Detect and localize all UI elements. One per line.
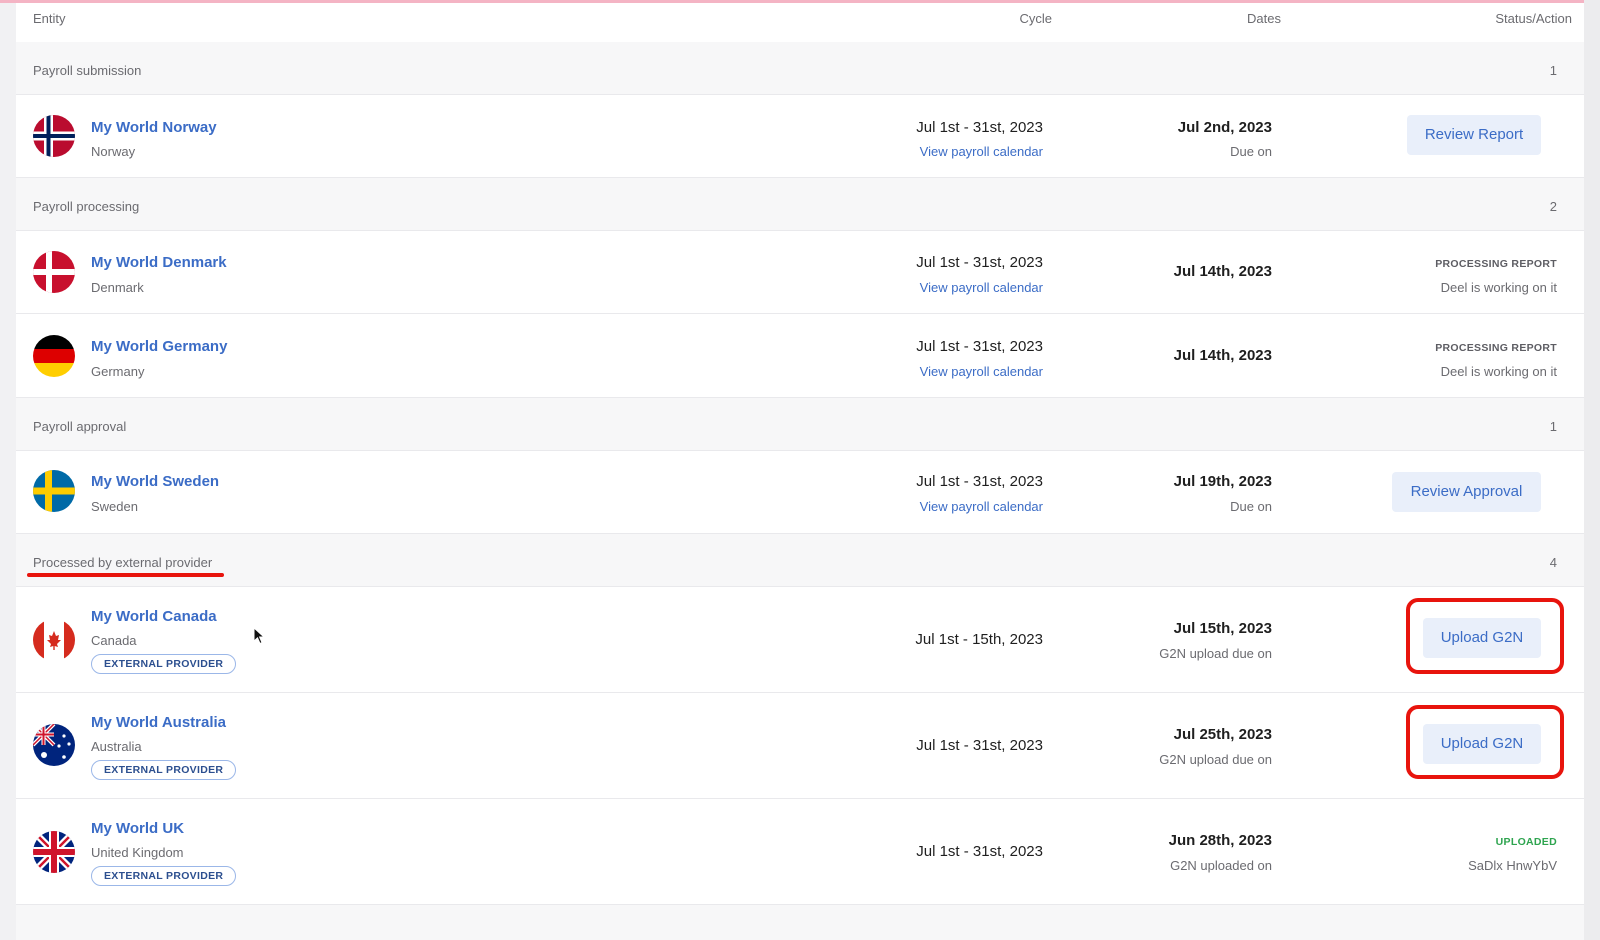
highlight-box-canada-upload (1406, 598, 1564, 674)
due-date: Jul 25th, 2023 (1173, 726, 1272, 743)
highlight-box-australia-upload (1406, 705, 1564, 779)
review-approval-button[interactable]: Review Approval (1392, 472, 1541, 512)
table-row-denmark[interactable]: My World Denmark Denmark Jul 1st - 31st,… (16, 231, 1584, 314)
group-count: 4 (1549, 555, 1557, 570)
date-caption: G2N upload due on (1159, 646, 1272, 661)
status-label-uploaded: UPLOADED (1495, 836, 1557, 848)
group-header-payroll-approval: Payroll approval 1 (16, 398, 1584, 451)
group-header-external-provider: Processed by external provider 4 (16, 534, 1584, 587)
highlight-underline (27, 573, 224, 577)
table-row-australia[interactable]: My World Australia Australia EXTERNAL PR… (16, 693, 1584, 799)
group-header-payroll-processing: Payroll processing 2 (16, 178, 1584, 231)
payroll-table: Entity Cycle Dates Status/Action Payroll… (16, 3, 1584, 940)
table-row-sweden[interactable]: My World Sweden Sweden Jul 1st - 31st, 2… (16, 451, 1584, 534)
column-header-status: Status/Action (1495, 11, 1572, 26)
table-footer-strip (16, 905, 1584, 940)
group-header-payroll-submission: Payroll submission 1 (16, 42, 1584, 95)
uploaded-file-name: SaDlx HnwYbV (1468, 858, 1557, 873)
review-report-button[interactable]: Review Report (1407, 115, 1541, 155)
group-count: 1 (1549, 63, 1557, 78)
table-row-uk[interactable]: My World UK United Kingdom EXTERNAL PROV… (16, 799, 1584, 905)
status-caption: Deel is working on it (1440, 364, 1557, 379)
date-caption: Due on (1230, 499, 1272, 514)
right-gutter (1584, 0, 1600, 940)
due-date: Jul 2nd, 2023 (1177, 119, 1272, 136)
table-row-canada[interactable]: My World Canada Canada EXTERNAL PROVIDER… (16, 587, 1584, 693)
due-date: Jul 19th, 2023 (1173, 473, 1272, 490)
status-caption: Deel is working on it (1440, 280, 1557, 295)
date-caption: Due on (1230, 144, 1272, 159)
table-row-germany[interactable]: My World Germany Germany Jul 1st - 31st,… (16, 314, 1584, 398)
table-header: Entity Cycle Dates Status/Action (16, 3, 1584, 43)
date-caption: G2N upload due on (1159, 752, 1272, 767)
group-count: 1 (1549, 419, 1557, 434)
group-label: Payroll approval (33, 419, 127, 434)
status-label: PROCESSING REPORT (1435, 342, 1557, 354)
status-label: PROCESSING REPORT (1435, 258, 1557, 270)
group-label: Processed by external provider (33, 555, 213, 570)
group-label: Payroll submission (33, 63, 142, 78)
due-date: Jul 15th, 2023 (1173, 620, 1272, 637)
group-label: Payroll processing (33, 199, 140, 214)
mouse-pointer-icon (253, 627, 265, 645)
table-row-norway[interactable]: My World Norway Norway Jul 1st - 31st, 2… (16, 95, 1584, 178)
group-count: 2 (1549, 199, 1557, 214)
